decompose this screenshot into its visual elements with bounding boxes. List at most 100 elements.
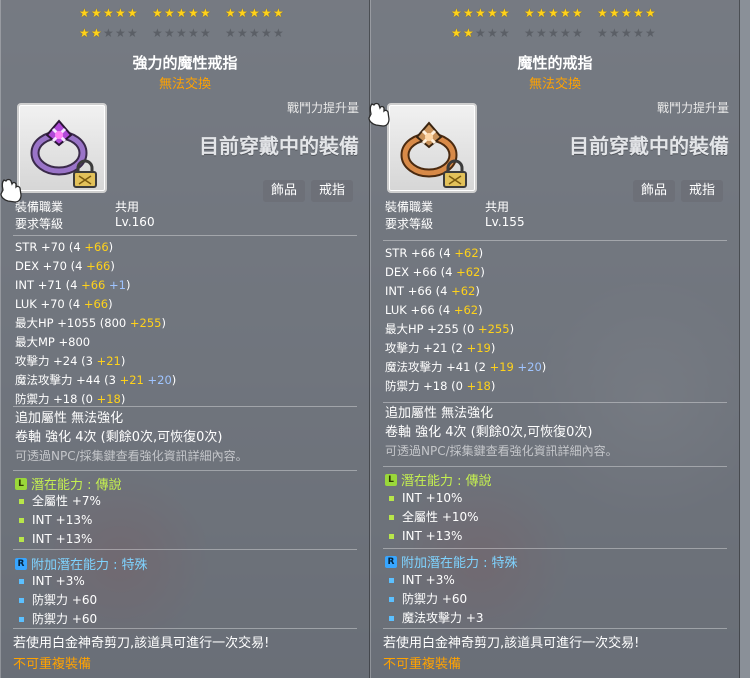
stat-row: 攻擊力 +24 (3 +21) — [15, 352, 176, 371]
stat-open: (4 — [66, 259, 87, 273]
divider — [383, 628, 727, 629]
stat-enhance-bonus: +1 — [105, 278, 126, 292]
stat-name: 最大HP — [15, 316, 54, 330]
stat-open: (4 — [435, 246, 455, 260]
scissors-note: 若使用白金神奇剪刀,該道具可進行一次交易! — [13, 636, 270, 651]
stat-name: 攻擊力 — [385, 341, 420, 355]
req-key: 裝備職業 — [15, 200, 64, 214]
star-group: ★ ★ ★ ★ ★ — [451, 6, 510, 20]
stat-row: LUK +66 (4 +62) — [385, 301, 546, 320]
stat-close: ) — [478, 303, 483, 317]
upgrade-info: 追加屬性 無法強化 卷軸 強化 4次 (剩餘0次,可恢復0次) 可透過NPC/採… — [385, 404, 618, 461]
stat-total: +44 — [76, 373, 101, 387]
star-group: ★ ★ ★ ★ ★ — [597, 26, 656, 40]
stat-starforce-bonus: +19 — [466, 341, 491, 355]
star-group: ★ ★ ★ ★ ★ — [225, 26, 284, 40]
stat-total: +41 — [446, 360, 471, 374]
stat-close: ) — [108, 297, 113, 311]
stat-total: +1055 — [57, 316, 97, 330]
requirements: 裝備職業 共用 要求等級 Lv.160 — [15, 198, 155, 232]
divider — [383, 548, 727, 549]
star-force-row-1: ★ ★ ★ ★ ★ ★ ★ ★ ★ ★ ★ ★ ★ ★ ★ — [79, 7, 284, 19]
stat-total: +24 — [53, 354, 78, 368]
stat-open: (0 — [458, 322, 478, 336]
req-key: 要求等級 — [15, 217, 64, 231]
stat-starforce-bonus: +18 — [466, 379, 491, 393]
additional-potential-line: 防禦力 +60 — [389, 590, 484, 609]
star-force-row-2: ★ ★ ★ ★ ★ ★ ★ ★ ★ ★ ★ ★ ★ ★ ★ — [79, 26, 284, 40]
star-group: ★ ★ ★ ★ ★ — [524, 6, 583, 20]
glove-cursor-icon — [0, 178, 22, 203]
glove-cursor-icon — [368, 102, 390, 127]
stat-open: (0 — [447, 379, 467, 393]
potential-line: 全屬性 +7% — [19, 492, 101, 511]
stat-starforce-bonus: +66 — [81, 278, 106, 292]
stat-name: LUK — [385, 303, 407, 317]
req-value: 共用 — [115, 200, 140, 214]
additional-potential-title: R 附加潛在能力 : 特殊 — [385, 552, 518, 571]
stat-close: ) — [509, 322, 515, 336]
category-tag: 飾品 — [263, 180, 306, 202]
currently-worn-label: 目前穿戴中的裝備 — [199, 134, 359, 158]
stat-name: 最大MP — [15, 335, 55, 349]
item-name: 魔性的戒指 — [517, 54, 593, 72]
stat-row: DEX +70 (4 +66) — [15, 257, 176, 276]
stat-starforce-bonus: +62 — [454, 246, 479, 260]
stat-starforce-bonus: +21 — [119, 373, 144, 387]
req-key: 裝備職業 — [385, 200, 434, 214]
stat-starforce-bonus: +62 — [456, 265, 481, 279]
stat-close: ) — [490, 379, 496, 393]
stat-row: STR +70 (4 +66) — [15, 238, 176, 257]
stat-starforce-bonus: +66 — [83, 297, 109, 311]
stat-total: +66 — [410, 246, 436, 260]
stat-name: DEX — [385, 265, 409, 279]
background-strip — [740, 0, 750, 678]
stat-row: INT +71 (4 +66 +1) — [15, 276, 176, 295]
stat-total: +66 — [407, 284, 432, 298]
potential-line: INT +10% — [389, 489, 479, 508]
stat-row: 魔法攻擊力 +41 (2 +19 +20) — [385, 358, 546, 377]
stat-row: DEX +66 (4 +62) — [385, 263, 546, 282]
rare-badge-icon: R — [15, 557, 27, 570]
potential-label: 潛在能力 : — [401, 474, 462, 489]
stat-name: 魔法攻擊力 — [15, 373, 73, 387]
star-group: ★ ★ ★ ★ ★ — [79, 26, 138, 40]
stat-starforce-bonus: +19 — [489, 360, 514, 374]
legendary-badge-icon: L — [15, 477, 27, 490]
potential-line: 全屬性 +10% — [389, 508, 479, 527]
stat-open: (0 — [77, 392, 97, 406]
additional-potential-line: 防禦力 +60 — [19, 610, 97, 629]
stat-open: (4 — [434, 303, 454, 317]
item-name: 強力的魔性戒指 — [132, 54, 238, 72]
stat-open: (4 — [65, 240, 85, 254]
stat-row: 防禦力 +18 (0 +18) — [385, 377, 546, 396]
stat-close: ) — [480, 265, 485, 279]
stat-name: INT — [15, 278, 35, 292]
stat-list: STR +70 (4 +66) DEX +70 (4 +66) INT +71 (4… — [15, 238, 176, 409]
stat-starforce-bonus: +255 — [477, 322, 510, 336]
stat-list: STR +66 (4 +62) DEX +66 (4 +62) INT +66 (4… — [385, 244, 546, 396]
divider — [13, 470, 357, 471]
stat-name: INT — [385, 284, 405, 298]
additional-potential-label: 附加潛在能力 : — [31, 558, 118, 573]
additional-potential-line: 防禦力 +60 — [19, 591, 97, 610]
power-up-label: 戰鬥力提升量 — [656, 101, 729, 115]
additional-potential-line: INT +3% — [389, 571, 484, 590]
divider — [13, 406, 357, 407]
stat-total: +70 — [40, 240, 66, 254]
scroll-info: 卷軸 強化 4次 (剩餘0次,可恢復0次) — [385, 425, 593, 440]
scroll-info: 卷軸 強化 4次 (剩餘0次,可恢復0次) — [15, 430, 223, 445]
stat-open: (800 — [96, 316, 130, 330]
stat-enhance-bonus: +20 — [143, 373, 172, 387]
tooltip-panel-left: ★ ★ ★ ★ ★ ★ ★ ★ ★ ★ ★ ★ ★ ★ ★ ★ ★ ★ ★ ★ ★ ★ ★ ★ ★ ★ ★ ★ ★ ★ 強力的魔… — [0, 0, 370, 678]
req-value: Lv.155 — [485, 215, 525, 229]
stat-open: (2 — [470, 360, 490, 374]
stat-total: +66 — [410, 303, 435, 317]
star-force-row-2: ★ ★ ★ ★ ★ ★ ★ ★ ★ ★ ★ ★ ★ ★ ★ — [451, 26, 656, 40]
stat-open: (4 — [431, 284, 452, 298]
star-group: ★ ★ ★ ★ ★ — [597, 6, 656, 20]
additional-potential-label: 附加潛在能力 : — [401, 556, 488, 571]
additional-potential-lines: INT +3% 防禦力 +60 魔法攻擊力 +3 — [389, 571, 484, 628]
stat-starforce-bonus: +21 — [96, 354, 121, 368]
lock-icon — [443, 159, 467, 188]
